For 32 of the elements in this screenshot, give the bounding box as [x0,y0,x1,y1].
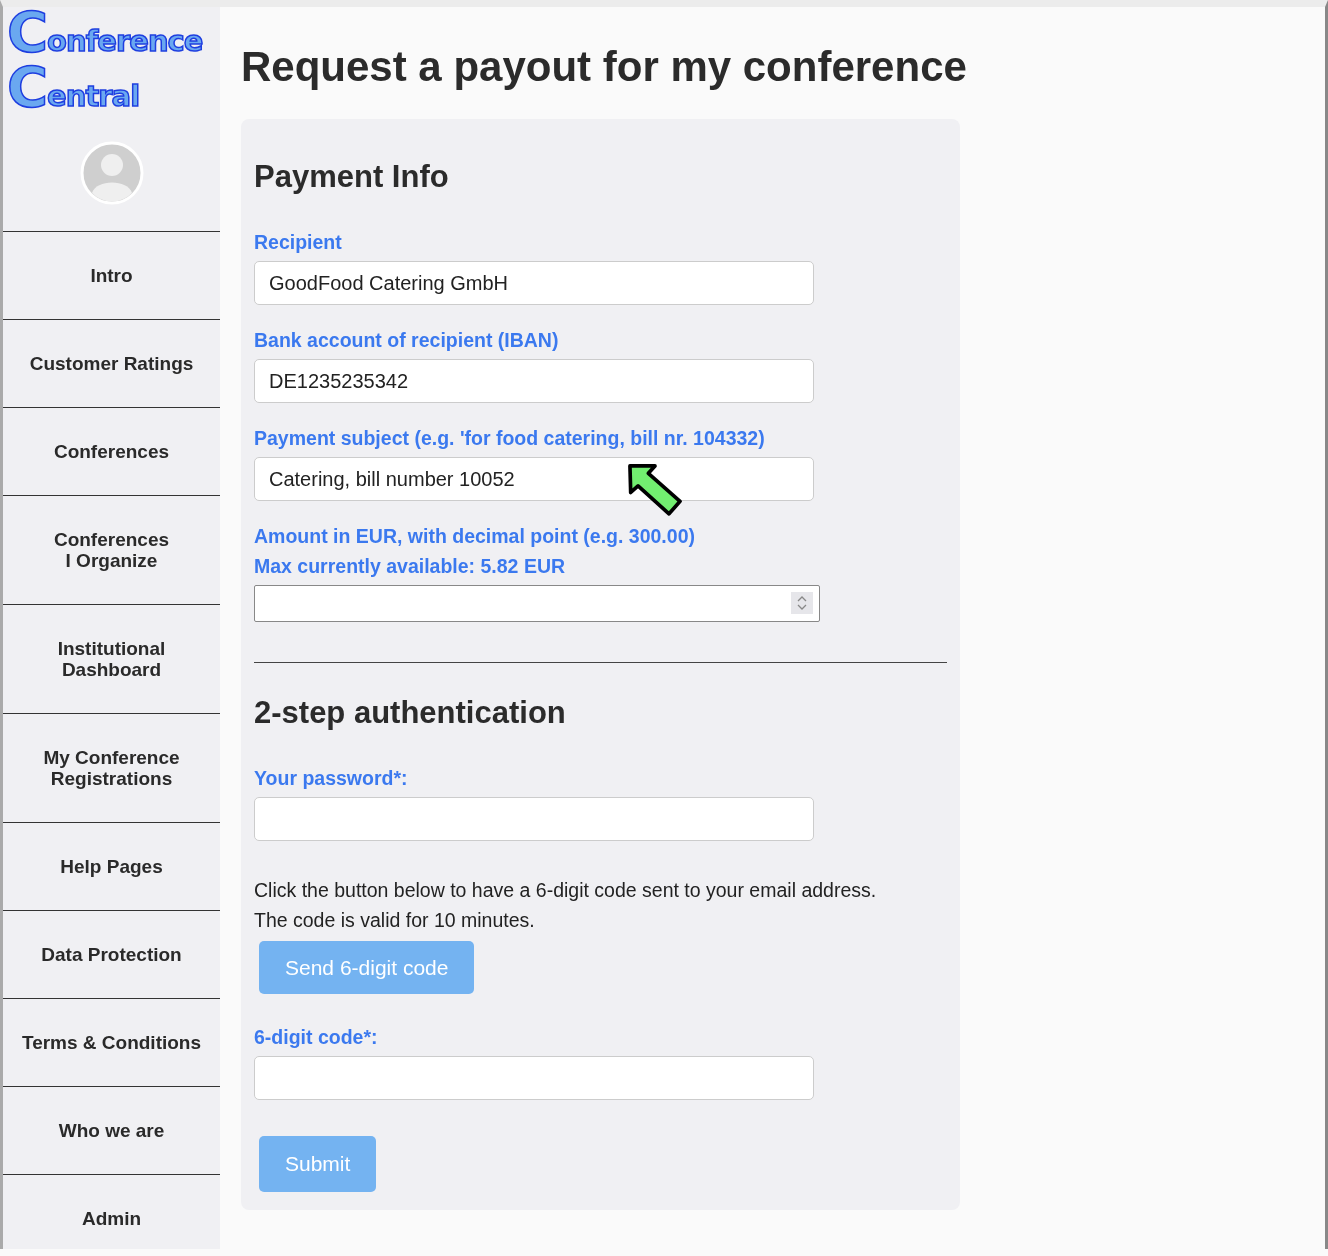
nav-link[interactable]: My Conference Registrations [3,713,220,822]
spinner-icon[interactable] [791,592,813,614]
field-label: Amount in EUR, with decimal point (e.g. 300.00) [254,524,696,549]
code-field[interactable] [254,1056,814,1100]
page-title: Request a payout for my conference [241,43,968,91]
field-label: Your password*: [254,766,409,791]
number-field[interactable] [254,585,820,622]
avatar-icon[interactable] [79,141,144,205]
section-heading: 2-step authentication [254,695,567,731]
info-text: Click the button below to have a 6-digit code sent to your email address. [254,878,878,903]
field-label: Recipient [254,230,343,255]
input-field[interactable]: DE1235235342 [254,359,814,403]
nav-link[interactable]: Who we are [3,1086,220,1174]
section-heading: Payment Info [254,159,450,195]
nav-link[interactable]: Customer Ratings [3,319,220,407]
nav-link[interactable]: Terms & Conditions [3,998,220,1086]
nav-link[interactable]: Conferences [3,407,220,495]
nav-link[interactable]: Institutional Dashboard [3,604,220,713]
nav-link[interactable]: Conferences I Organize [3,495,220,604]
password-field[interactable] [254,797,814,841]
arrow-icon [627,463,683,519]
field-label: Payment subject (e.g. 'for food catering, bill nr. 104332) [254,426,766,451]
field-label: Bank account of recipient (IBAN) [254,328,560,353]
field-label: Max currently available: 5.82 EUR [254,554,567,579]
info-text: The code is valid for 10 minutes. [254,908,536,933]
input-field[interactable]: GoodFood Catering GmbH [254,261,814,305]
nav-link[interactable]: Intro [3,231,220,319]
nav-link[interactable]: Data Protection [3,910,220,998]
field-label: 6-digit code*: [254,1025,379,1050]
nav-link[interactable]: Admin [3,1174,220,1249]
nav-link[interactable]: Help Pages [3,822,220,910]
input-field[interactable]: Catering, bill number 10052 [254,457,814,501]
